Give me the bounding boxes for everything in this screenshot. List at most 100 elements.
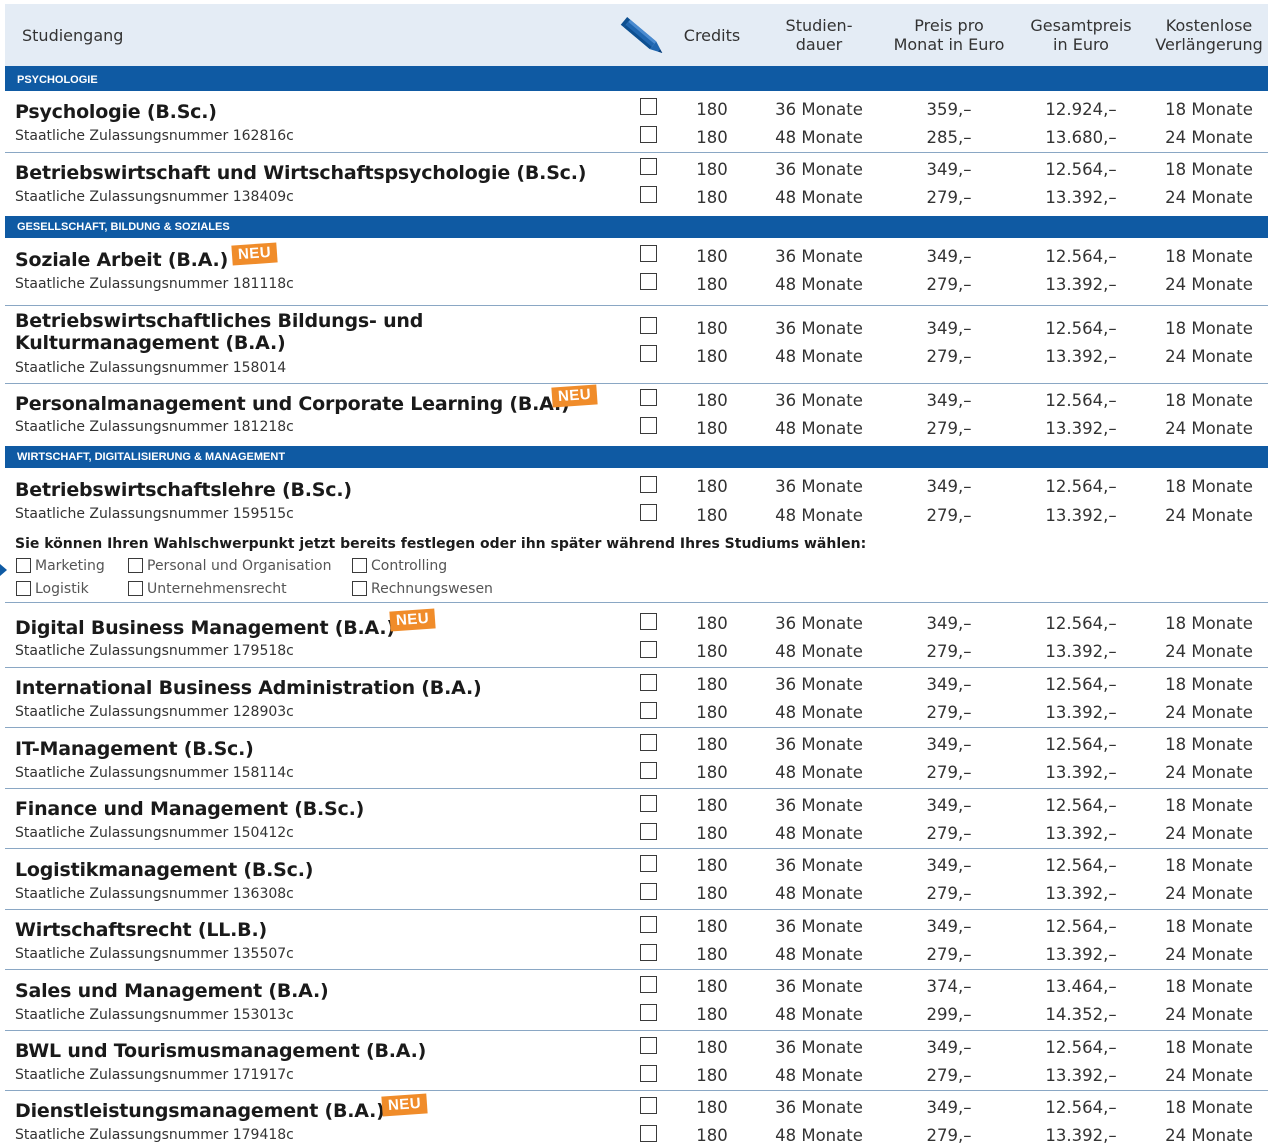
total-price-cell: 13.392,– [1045, 824, 1117, 843]
duration-cell: 36 Monate [775, 247, 863, 266]
extension-cell: 24 Monate [1165, 188, 1253, 207]
program-number: Staatliche Zulassungsnummer 135507c [15, 946, 294, 962]
monthly-price-cell: 349,– [926, 614, 972, 633]
credits-cell: 180 [696, 1066, 728, 1085]
monthly-price-cell: 349,– [926, 1098, 972, 1117]
focus-option-label: Marketing [35, 558, 105, 574]
focus-option-marketing[interactable]: Marketing [16, 557, 105, 575]
credits-cell: 180 [696, 614, 728, 633]
option-checkbox[interactable] [640, 795, 657, 812]
extension-cell: 24 Monate [1165, 275, 1253, 294]
section-gesellschaft: GESELLSCHAFT, BILDUNG & SOZIALES [5, 216, 1268, 238]
monthly-price-cell: 279,– [926, 1126, 972, 1145]
row-divider [5, 1090, 1268, 1091]
duration-cell: 36 Monate [775, 1098, 863, 1117]
duration-cell: 48 Monate [775, 1066, 863, 1085]
focus-option-logistik[interactable]: Logistik [16, 580, 89, 598]
total-price-cell: 13.392,– [1045, 188, 1117, 207]
option-checkbox[interactable] [640, 186, 657, 203]
program-number: Staatliche Zulassungsnummer 138409c [15, 189, 294, 205]
total-price-cell: 13.392,– [1045, 763, 1117, 782]
monthly-price-cell: 279,– [926, 884, 972, 903]
option-checkbox[interactable] [640, 126, 657, 143]
credits-cell: 180 [696, 1098, 728, 1117]
extension-cell: 18 Monate [1165, 1098, 1253, 1117]
credits-cell: 180 [696, 735, 728, 754]
row-divider [5, 788, 1268, 789]
option-checkbox[interactable] [640, 317, 657, 334]
option-checkbox[interactable] [640, 641, 657, 658]
duration-cell: 36 Monate [775, 160, 863, 179]
program-title: BWL und Tourismusmanagement (B.A.) [15, 1040, 427, 1062]
option-checkbox[interactable] [640, 98, 657, 115]
focus-checkbox[interactable] [352, 581, 367, 596]
monthly-price-cell: 279,– [926, 275, 972, 294]
focus-checkbox[interactable] [352, 558, 367, 573]
duration-cell: 48 Monate [775, 188, 863, 207]
credits-cell: 180 [696, 977, 728, 996]
extension-cell: 24 Monate [1165, 419, 1253, 438]
credits-cell: 180 [696, 763, 728, 782]
focus-option-rechnungswesen[interactable]: Rechnungswesen [352, 580, 493, 598]
option-checkbox[interactable] [640, 944, 657, 961]
pencil-icon [620, 17, 663, 54]
option-checkbox[interactable] [640, 158, 657, 175]
option-checkbox[interactable] [640, 883, 657, 900]
program-title: International Business Administration (B… [15, 677, 482, 699]
extension-cell: 24 Monate [1165, 1066, 1253, 1085]
monthly-price-cell: 279,– [926, 945, 972, 964]
total-price-cell: 13.392,– [1045, 347, 1117, 366]
option-checkbox[interactable] [640, 734, 657, 751]
focus-checkbox[interactable] [16, 558, 31, 573]
program-title: Personalmanagement und Corporate Learnin… [15, 393, 570, 415]
option-checkbox[interactable] [640, 613, 657, 630]
monthly-price-cell: 349,– [926, 796, 972, 815]
extension-cell: 18 Monate [1165, 614, 1253, 633]
focus-checkbox[interactable] [128, 558, 143, 573]
extension-cell: 18 Monate [1165, 796, 1253, 815]
option-checkbox[interactable] [640, 417, 657, 434]
option-checkbox[interactable] [640, 389, 657, 406]
option-checkbox[interactable] [640, 855, 657, 872]
option-checkbox[interactable] [640, 345, 657, 362]
monthly-price-cell: 279,– [926, 642, 972, 661]
row-divider [5, 152, 1268, 153]
option-checkbox[interactable] [640, 1125, 657, 1142]
option-checkbox[interactable] [640, 916, 657, 933]
duration-cell: 48 Monate [775, 884, 863, 903]
option-checkbox[interactable] [640, 823, 657, 840]
option-checkbox[interactable] [640, 674, 657, 691]
row-divider [5, 909, 1268, 910]
credits-cell: 180 [696, 1038, 728, 1057]
option-checkbox[interactable] [640, 504, 657, 521]
extension-cell: 18 Monate [1165, 391, 1253, 410]
program-number: Staatliche Zulassungsnummer 150412c [15, 825, 294, 841]
program-title: Digital Business Management (B.A.) [15, 617, 395, 639]
extension-cell: 18 Monate [1165, 977, 1253, 996]
focus-option-controlling[interactable]: Controlling [352, 557, 447, 575]
total-price-cell: 12.564,– [1045, 917, 1117, 936]
focus-checkbox[interactable] [128, 581, 143, 596]
option-checkbox[interactable] [640, 1097, 657, 1114]
extension-cell: 18 Monate [1165, 100, 1253, 119]
option-checkbox[interactable] [640, 702, 657, 719]
monthly-price-cell: 279,– [926, 506, 972, 525]
option-checkbox[interactable] [640, 476, 657, 493]
option-checkbox[interactable] [640, 245, 657, 262]
focus-option-personal[interactable]: Personal und Organisation [128, 557, 332, 575]
row-divider [5, 1030, 1268, 1031]
option-checkbox[interactable] [640, 273, 657, 290]
option-checkbox[interactable] [640, 1065, 657, 1082]
total-price-cell: 13.392,– [1045, 945, 1117, 964]
monthly-price-cell: 349,– [926, 247, 972, 266]
program-title: Logistikmanagement (B.Sc.) [15, 859, 314, 881]
focus-option-unternehmensrecht[interactable]: Unternehmensrecht [128, 580, 287, 598]
option-checkbox[interactable] [640, 976, 657, 993]
credits-cell: 180 [696, 917, 728, 936]
focus-checkbox[interactable] [16, 581, 31, 596]
option-checkbox[interactable] [640, 1004, 657, 1021]
option-checkbox[interactable] [640, 1037, 657, 1054]
new-badge: NEU [231, 242, 278, 266]
duration-cell: 48 Monate [775, 347, 863, 366]
option-checkbox[interactable] [640, 762, 657, 779]
